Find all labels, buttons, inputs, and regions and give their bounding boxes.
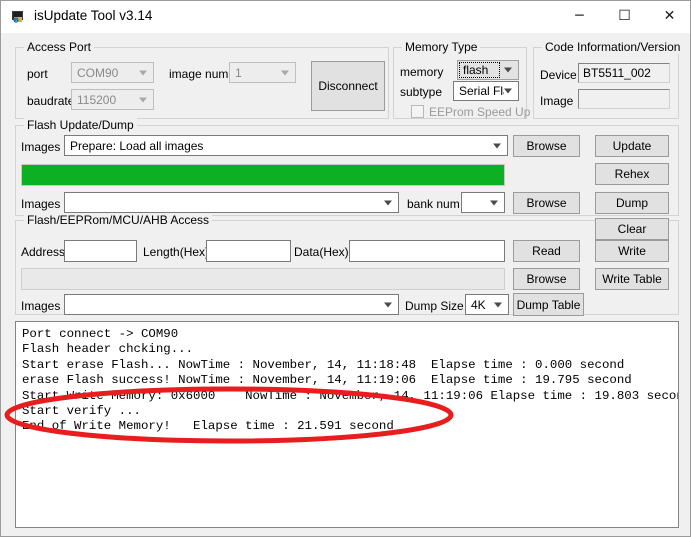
browse-button-2-label: Browse xyxy=(514,196,579,210)
chevron-down-icon xyxy=(504,68,512,73)
dump-button-label: Dump xyxy=(596,196,668,210)
chevron-down-icon xyxy=(384,302,392,307)
chevron-down-icon xyxy=(494,302,502,307)
dump-table-button[interactable]: Dump Table xyxy=(513,293,584,316)
write-table-button-label: Write Table xyxy=(596,272,668,286)
memory-value: flash xyxy=(463,63,488,77)
access-port-title: Access Port xyxy=(24,40,94,54)
port-label: port xyxy=(27,67,48,81)
images-label-2: Images xyxy=(21,197,60,211)
write-button-label: Write xyxy=(596,244,668,258)
memory-type-title: Memory Type xyxy=(402,40,480,54)
title-bar: i isUpdate Tool v3.14 ─ ☐ ✕ xyxy=(1,1,691,33)
disconnect-button-label: Disconnect xyxy=(312,79,384,93)
images-select-2[interactable] xyxy=(64,192,399,213)
clear-button[interactable]: Clear xyxy=(595,218,669,240)
browse-button-1-label: Browse xyxy=(514,139,579,153)
close-icon: ✕ xyxy=(647,1,691,32)
port-select[interactable]: COM90 xyxy=(71,62,154,83)
minimize-icon: ─ xyxy=(557,1,602,32)
minimize-button[interactable]: ─ xyxy=(557,1,602,32)
svg-text:i: i xyxy=(15,18,16,23)
window-title: isUpdate Tool v3.14 xyxy=(34,8,152,23)
device-field: BT5511_002 xyxy=(578,63,670,83)
chevron-down-icon xyxy=(139,70,147,75)
images-label-1: Images xyxy=(21,140,60,154)
memory-label: memory xyxy=(400,65,443,79)
data-input[interactable] xyxy=(349,240,505,262)
device-label: Device xyxy=(540,68,577,82)
progress-bar-fill xyxy=(22,165,504,185)
bank-num-select[interactable] xyxy=(461,192,505,213)
image-num-select[interactable]: 1 xyxy=(229,62,296,83)
write-table-button[interactable]: Write Table xyxy=(595,268,669,290)
maximize-icon: ☐ xyxy=(602,1,647,32)
browse-button-1[interactable]: Browse xyxy=(513,135,580,157)
subtype-select[interactable]: Serial Flas xyxy=(453,81,519,101)
access-browse-button[interactable]: Browse xyxy=(513,268,580,290)
baudrate-select[interactable]: 115200 xyxy=(71,89,154,110)
chevron-down-icon xyxy=(490,200,498,205)
access-group-title: Flash/EEPRom/MCU/AHB Access xyxy=(24,213,212,227)
subtype-value: Serial Flas xyxy=(459,84,504,98)
file-path-field xyxy=(21,268,505,290)
access-browse-button-label: Browse xyxy=(514,272,579,286)
subtype-label: subtype xyxy=(400,85,442,99)
close-button[interactable]: ✕ xyxy=(647,1,691,32)
length-label: Length(Hex) xyxy=(143,245,209,259)
image-num-label: image num xyxy=(169,67,228,81)
app-window: i isUpdate Tool v3.14 ─ ☐ ✕ Access Port … xyxy=(0,0,691,537)
address-input[interactable] xyxy=(64,240,137,262)
dump-size-value: 4K xyxy=(471,298,486,312)
access-images-label: Images xyxy=(21,299,60,313)
read-button[interactable]: Read xyxy=(513,240,580,262)
bank-num-label: bank num xyxy=(407,197,460,211)
baudrate-label: baudrate xyxy=(27,94,74,108)
images-select-1[interactable]: Prepare: Load all images xyxy=(64,135,508,156)
address-label: Address xyxy=(21,245,65,259)
rehex-button[interactable]: Rehex xyxy=(595,163,669,185)
chevron-down-icon xyxy=(384,200,392,205)
baudrate-value: 115200 xyxy=(77,93,116,107)
dump-table-button-label: Dump Table xyxy=(514,298,583,312)
port-value: COM90 xyxy=(77,66,118,80)
log-text: Port connect -> COM90 Flash header chcki… xyxy=(22,327,676,435)
dump-button[interactable]: Dump xyxy=(595,192,669,214)
image-field xyxy=(578,89,670,109)
browse-button-2[interactable]: Browse xyxy=(513,192,580,214)
maximize-button[interactable]: ☐ xyxy=(602,1,647,32)
update-button[interactable]: Update xyxy=(595,135,669,157)
length-input[interactable] xyxy=(206,240,291,262)
read-button-label: Read xyxy=(514,244,579,258)
flash-update-title: Flash Update/Dump xyxy=(24,118,137,132)
memory-select[interactable]: flash xyxy=(457,60,519,80)
chevron-down-icon xyxy=(139,97,147,102)
dump-size-select[interactable]: 4K xyxy=(465,294,509,315)
progress-bar xyxy=(21,164,505,186)
chevron-down-icon xyxy=(281,70,289,75)
write-button[interactable]: Write xyxy=(595,240,669,262)
eeprom-speed-up-label: EEProm Speed Up xyxy=(429,105,530,119)
chevron-down-icon xyxy=(493,143,501,148)
dump-size-label: Dump Size xyxy=(405,299,464,313)
image-num-value: 1 xyxy=(235,66,242,80)
data-label: Data(Hex) xyxy=(294,245,349,259)
access-images-select[interactable] xyxy=(64,294,399,315)
clear-button-label: Clear xyxy=(596,222,668,236)
app-icon: i xyxy=(11,9,27,25)
image-label: Image xyxy=(540,94,573,108)
device-value: BT5511_002 xyxy=(583,66,651,80)
disconnect-button[interactable]: Disconnect xyxy=(311,61,385,111)
update-button-label: Update xyxy=(596,139,668,153)
code-info-title: Code Information/Version xyxy=(542,40,683,54)
rehex-button-label: Rehex xyxy=(596,167,668,181)
chevron-down-icon xyxy=(504,89,512,94)
eeprom-speed-up-checkbox[interactable] xyxy=(411,105,424,118)
log-console[interactable]: Port connect -> COM90 Flash header chcki… xyxy=(15,321,679,528)
images-value-1: Prepare: Load all images xyxy=(70,139,203,153)
